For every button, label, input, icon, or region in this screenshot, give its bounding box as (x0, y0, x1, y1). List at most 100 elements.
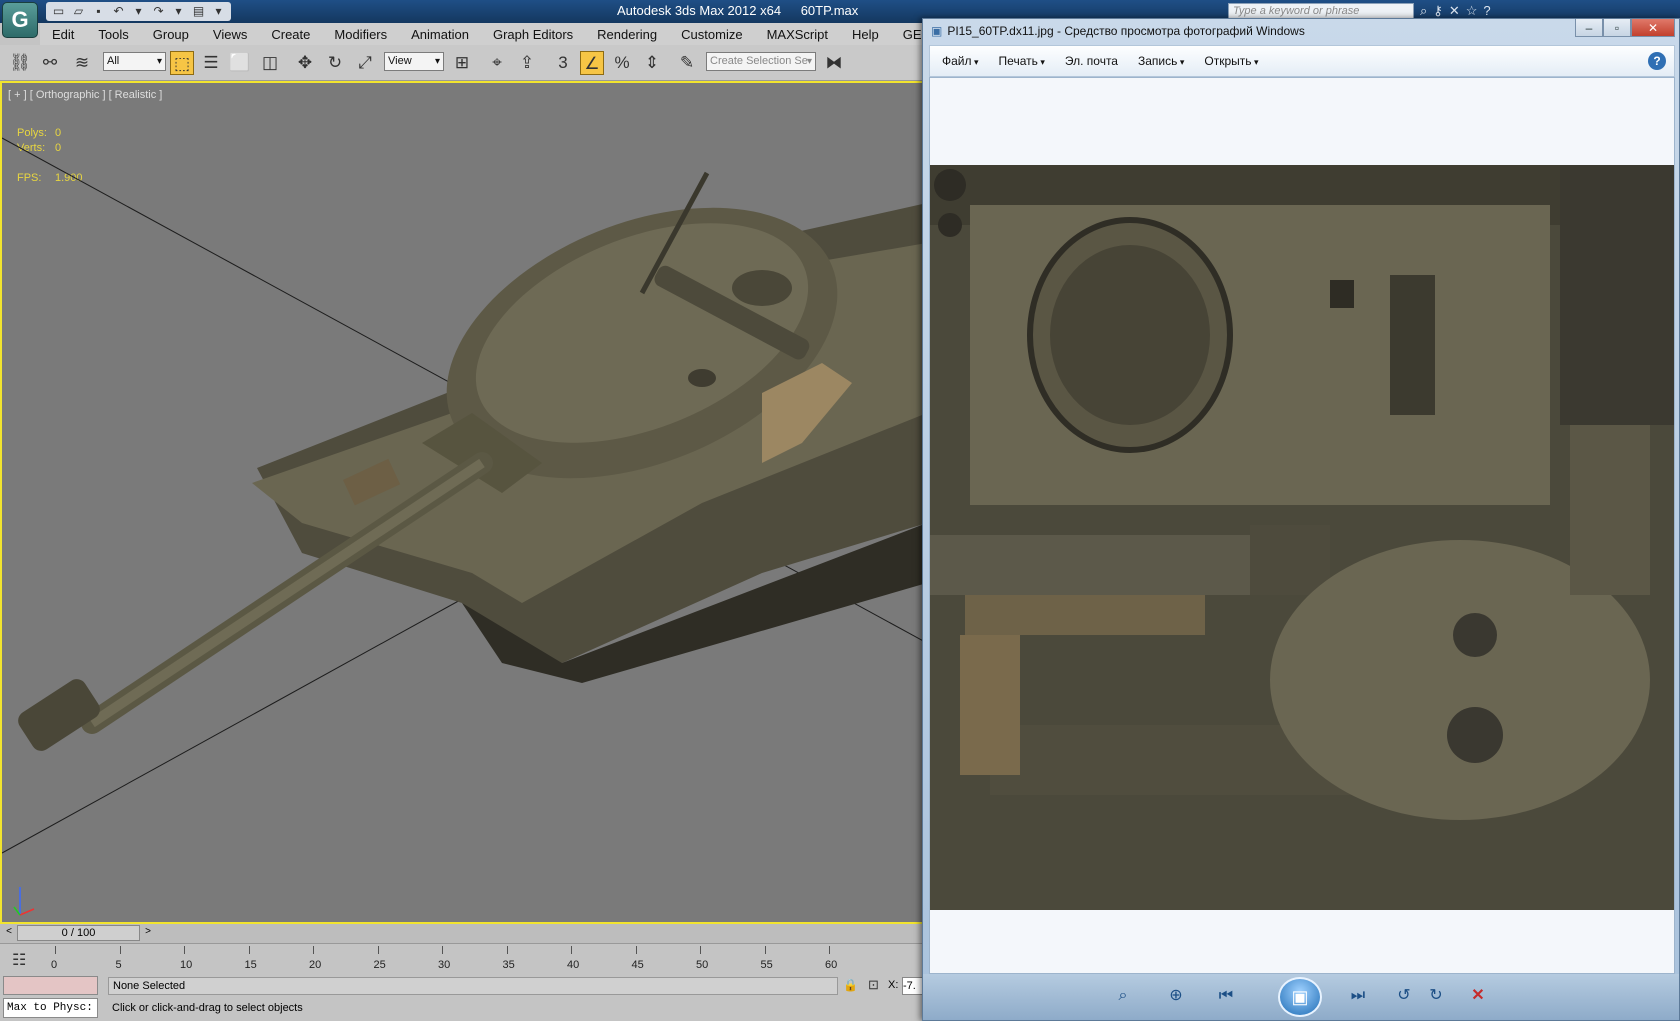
menu-maxscript[interactable]: MAXScript (767, 27, 828, 42)
bind-space-warp-icon[interactable]: ≋ (70, 51, 94, 75)
commander-cupola (732, 270, 792, 306)
photo-viewer-window: PI15_60TP.dx11.jpg - Средство просмотра … (922, 18, 1680, 1021)
trackbar-tick-line (506, 946, 508, 954)
menu-create[interactable]: Create (271, 27, 310, 42)
trackbar[interactable]: ☷ 0 5 10 15 20 25 30 35 40 45 50 55 60 (0, 943, 925, 973)
viewer-title: PI15_60TP.dx11.jpg - Средство просмотра … (931, 24, 1305, 38)
maxscript-input[interactable]: Max to Physc: (3, 998, 98, 1018)
spinner-snap-icon[interactable]: ⇕ (640, 51, 664, 75)
menu-views[interactable]: Views (213, 27, 247, 42)
maximize-icon[interactable]: ▫ (1603, 19, 1631, 37)
trackbar-tick-label: 40 (567, 959, 580, 971)
select-by-name-icon[interactable]: ☰ (199, 51, 223, 75)
rotate-icon[interactable]: ↻ (323, 51, 347, 75)
open-file-icon[interactable]: ▱ (70, 4, 87, 19)
quick-access-toolbar: ▭ ▱ ▪ ↶ ▾ ↷ ▾ ▤ ▾ (46, 2, 231, 21)
menu-rendering[interactable]: Rendering (597, 27, 657, 42)
qat-dropdown-icon[interactable]: ▾ (210, 4, 227, 19)
menu-edit[interactable]: Edit (52, 27, 74, 42)
tank-model[interactable] (2, 83, 925, 924)
trackbar-tick-line (313, 946, 314, 954)
file-name: 60TP.max (800, 3, 859, 18)
menu-customize[interactable]: Customize (681, 27, 742, 42)
pivot-center-icon[interactable]: ⊞ (450, 51, 474, 75)
application-button-icon[interactable]: G (2, 2, 38, 38)
time-slider-prev[interactable]: < (3, 926, 15, 941)
snaps-toggle-icon[interactable]: 3 (551, 51, 575, 75)
trackbar-tick-label: 30 (438, 959, 451, 971)
trackbar-tick-label: 50 (696, 959, 709, 971)
absolute-mode-icon[interactable]: ⊡ (868, 977, 879, 993)
menu-tools[interactable]: Tools (98, 27, 128, 42)
angle-snap-icon[interactable]: ∠ (580, 51, 604, 75)
scale-icon[interactable]: ⤢ (353, 51, 377, 75)
menu-print[interactable]: Печать (999, 54, 1045, 68)
window-controls: – ▫ ✕ (1575, 19, 1675, 37)
menu-modifiers[interactable]: Modifiers (334, 27, 387, 42)
zoom-icon[interactable]: ⌕ (1110, 985, 1136, 1007)
tools-icon[interactable]: ✕ (1449, 3, 1460, 19)
keyboard-shortcut-override-icon[interactable]: ⇪ (515, 51, 539, 75)
next-icon[interactable]: ⏭ (1345, 985, 1371, 1007)
rotate-ccw-icon[interactable]: ↺ (1391, 985, 1417, 1007)
minimize-icon[interactable]: – (1575, 19, 1603, 37)
redo-dropdown-icon[interactable]: ▾ (170, 4, 187, 19)
menu-graph-editors[interactable]: Graph Editors (493, 27, 573, 42)
save-icon[interactable]: ▪ (90, 4, 107, 19)
menu-email[interactable]: Эл. почта (1065, 54, 1118, 68)
mini-curve-editor-icon[interactable]: ☷ (12, 950, 26, 970)
move-icon[interactable]: ✥ (293, 51, 317, 75)
project-folder-icon[interactable]: ▤ (190, 4, 207, 19)
delete-icon[interactable]: ✕ (1465, 985, 1491, 1007)
reference-coordinate-dropdown[interactable]: View (384, 52, 444, 71)
rectangular-selection-icon[interactable]: ⬜ (228, 51, 252, 75)
time-slider-next[interactable]: > (142, 926, 154, 941)
maxscript-listener-mini[interactable] (3, 976, 98, 995)
rotate-cw-icon[interactable]: ↻ (1423, 985, 1449, 1007)
binoculars-icon[interactable]: ⌕ (1420, 3, 1427, 19)
trackbar-tick-label: 15 (244, 959, 257, 971)
trackbar-tick-line (635, 946, 637, 954)
menu-animation[interactable]: Animation (411, 27, 469, 42)
window-crossing-icon[interactable]: ◫ (258, 51, 282, 75)
actual-size-icon[interactable]: ⊕ (1163, 985, 1189, 1007)
percent-snap-icon[interactable]: % (610, 51, 634, 75)
mirror-icon[interactable]: ⧓ (822, 51, 846, 75)
trackbar-tick-label: 0 (51, 959, 58, 971)
viewer-controls: ⌕ ⊕ ⏮ ▣ ⏭ ↺ ↻ ✕ (923, 974, 1679, 1020)
undo-dropdown-icon[interactable]: ▾ (130, 4, 147, 19)
edit-named-selection-icon[interactable]: ✎ (675, 51, 699, 75)
unlink-icon[interactable]: ⚯ (38, 51, 62, 75)
menu-group[interactable]: Group (153, 27, 189, 42)
menu-open[interactable]: Открыть (1204, 54, 1258, 68)
select-and-link-icon[interactable]: ⛓ (8, 51, 32, 75)
trackbar-tick-line (377, 946, 379, 954)
axis-tripod (12, 883, 38, 921)
time-slider[interactable]: < 0 / 100 > (0, 924, 925, 943)
slideshow-icon[interactable]: ▣ (1278, 977, 1322, 1017)
selection-filter-dropdown[interactable]: All (103, 52, 166, 71)
close-icon[interactable]: ✕ (1631, 19, 1675, 37)
star-icon[interactable]: ☆ (1466, 3, 1478, 19)
infocenter-icons: ⌕ ⚷ ✕ ☆ ? (1420, 3, 1491, 19)
time-slider-thumb[interactable]: 0 / 100 (17, 925, 140, 941)
trackbar-tick-label: 55 (760, 959, 773, 971)
select-manipulate-icon[interactable]: ⌖ (485, 51, 509, 75)
named-selection-input[interactable]: Create Selection Se (706, 52, 816, 71)
perspective-viewport[interactable]: [ + ] [ Orthographic ] [ Realistic ] Pol… (0, 81, 925, 924)
new-file-icon[interactable]: ▭ (50, 4, 67, 19)
redo-icon[interactable]: ↷ (150, 4, 167, 19)
undo-icon[interactable]: ↶ (110, 4, 127, 19)
selection-status: None Selected (108, 977, 838, 995)
image-canvas[interactable] (929, 77, 1675, 974)
menu-help[interactable]: Help (852, 27, 879, 42)
help-icon[interactable]: ? (1648, 52, 1666, 70)
help-icon[interactable]: ? (1483, 3, 1490, 19)
menu-file[interactable]: Файл (942, 54, 979, 68)
menu-burn[interactable]: Запись (1138, 54, 1184, 68)
previous-icon[interactable]: ⏮ (1213, 985, 1239, 1007)
selection-lock-icon[interactable]: 🔒 (843, 978, 858, 992)
x-coordinate-label: X: (888, 979, 899, 991)
key-icon[interactable]: ⚷ (1433, 3, 1443, 19)
select-object-icon[interactable]: ⬚ (170, 51, 194, 75)
